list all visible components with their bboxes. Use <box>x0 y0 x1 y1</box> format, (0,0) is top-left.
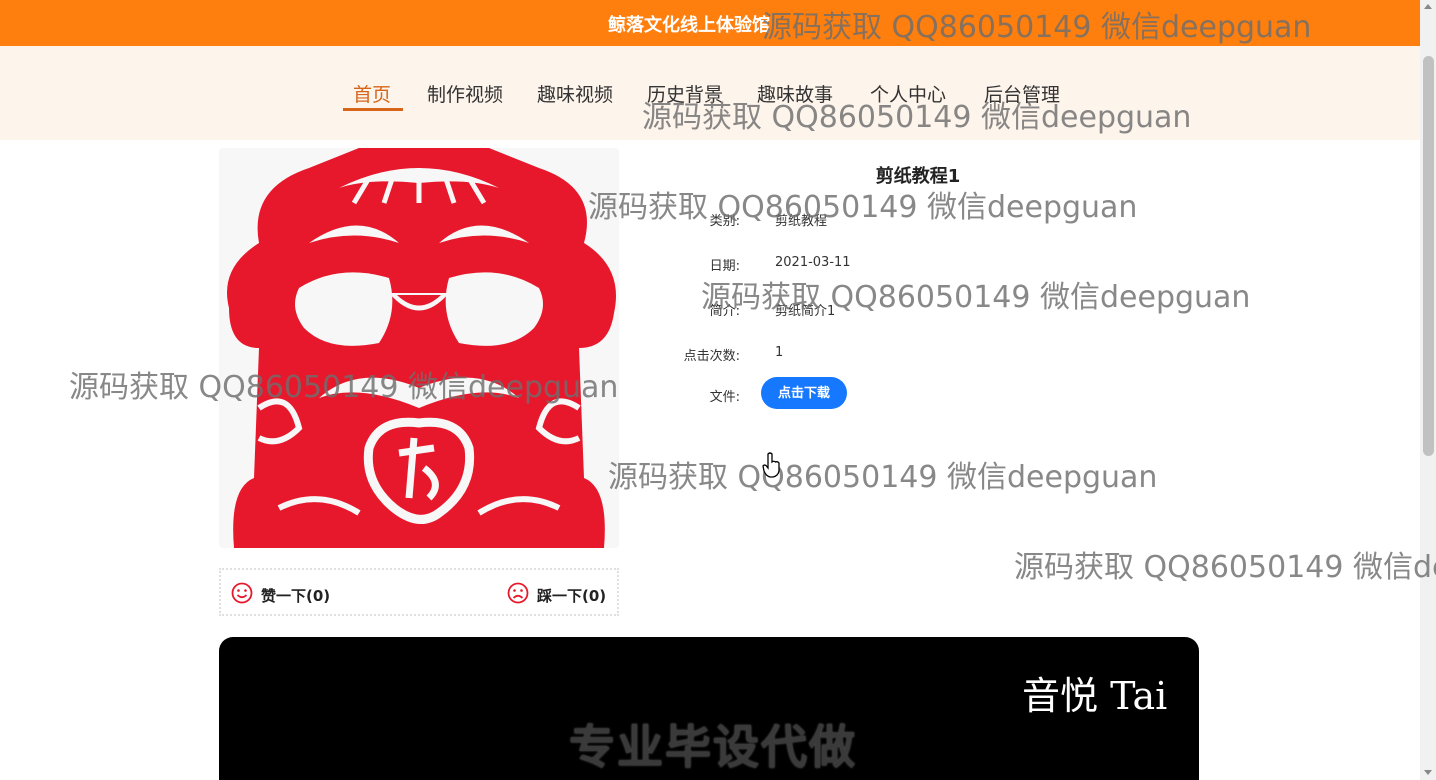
top-bar: 鲸落文化线上体验馆 <box>0 0 1420 46</box>
category-value: 剪纸教程 <box>775 214 828 229</box>
dislike-button[interactable]: 踩一下(0) <box>507 582 606 608</box>
nav-item-admin[interactable]: 后台管理 <box>984 80 1060 107</box>
clicks-label: 点击次数: <box>683 349 740 364</box>
nav-item-make-video[interactable]: 制作视频 <box>427 80 503 107</box>
detail-title: 剪纸教程1 <box>875 166 961 187</box>
papercut-image <box>219 148 619 548</box>
download-button[interactable]: 点击下载 <box>761 377 847 409</box>
scroll-up-arrow-icon[interactable] <box>1424 4 1432 9</box>
smile-icon <box>231 582 253 608</box>
file-label: 文件: <box>709 390 740 405</box>
date-label: 日期: <box>709 259 740 274</box>
like-label: 赞一下(0) <box>261 586 331 605</box>
watermark: 源码获取 QQ86050149 微信deepguan <box>608 460 1158 495</box>
scrollbar-thumb[interactable] <box>1423 56 1434 456</box>
dislike-label: 踩一下(0) <box>537 586 607 605</box>
date-value: 2021-03-11 <box>775 255 851 270</box>
vote-box: 赞一下(0) 踩一下(0) <box>219 568 619 616</box>
nav-item-profile[interactable]: 个人中心 <box>870 80 946 107</box>
site-title: 鲸落文化线上体验馆 <box>608 15 770 36</box>
nav-active-indicator <box>343 108 403 111</box>
page: 鲸落文化线上体验馆 首页 制作视频 趣味视频 历史背景 趣味故事 个人中心 后台… <box>0 0 1436 780</box>
scroll-down-arrow-icon[interactable] <box>1424 770 1432 775</box>
intro-value: 剪纸简介1 <box>775 304 836 319</box>
video-logo: 音悦 Tai <box>1022 674 1168 718</box>
video-caption: 专业毕设代做 <box>569 720 857 774</box>
watermark: 源码获取 QQ86050149 微信deepguan <box>1014 550 1436 585</box>
intro-label: 简介: <box>709 304 740 319</box>
nav-item-history[interactable]: 历史背景 <box>647 80 723 107</box>
like-button[interactable]: 赞一下(0) <box>231 582 330 608</box>
nav-item-fun-video[interactable]: 趣味视频 <box>537 80 613 107</box>
nav-item-fun-story[interactable]: 趣味故事 <box>757 80 833 107</box>
clicks-value: 1 <box>775 345 784 360</box>
frown-icon <box>507 582 529 608</box>
nav-item-home[interactable]: 首页 <box>353 80 391 107</box>
category-label: 类别: <box>709 214 740 229</box>
main-nav: 首页 制作视频 趣味视频 历史背景 趣味故事 个人中心 后台管理 <box>0 46 1420 140</box>
hand-cursor-icon <box>762 452 782 482</box>
video-player[interactable]: 音悦 Tai 专业毕设代做 <box>219 637 1199 780</box>
